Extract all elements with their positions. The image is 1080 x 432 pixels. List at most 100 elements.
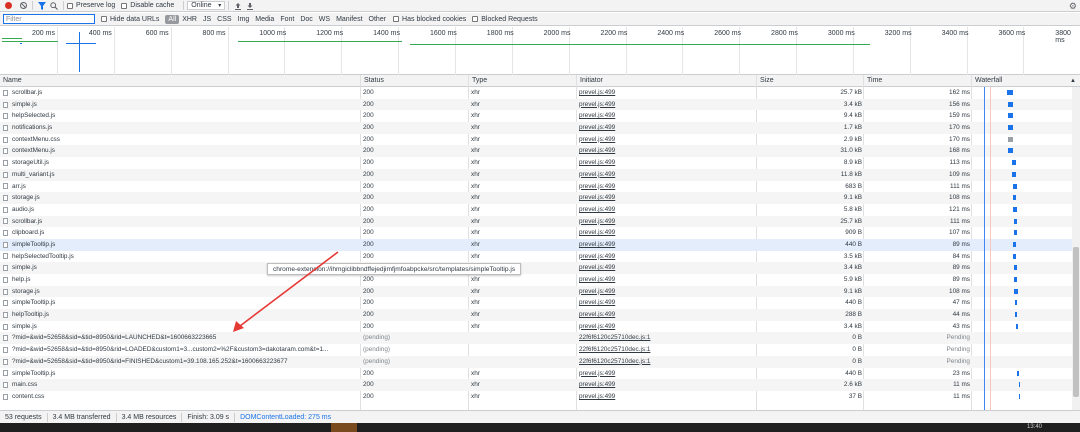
table-row[interactable]: contextMenu.css 200 xhr prevel.js:499 2.9 kB…: [0, 134, 1080, 146]
initiator-link[interactable]: prevel.js:499: [579, 192, 755, 204]
type-filter-other[interactable]: Other: [366, 15, 390, 24]
request-name-cell[interactable]: help.js: [3, 274, 359, 286]
request-name-cell[interactable]: content.css: [3, 391, 359, 403]
search-button[interactable]: [48, 0, 60, 12]
column-header-name[interactable]: Name: [0, 75, 360, 87]
initiator-link[interactable]: prevel.js:499: [579, 122, 755, 134]
preserve-log-checkbox[interactable]: Preserve log: [67, 2, 115, 9]
initiator-link[interactable]: prevel.js:499: [579, 227, 755, 239]
type-filter-css[interactable]: CSS: [214, 15, 234, 24]
type-filter-doc[interactable]: Doc: [297, 15, 315, 24]
request-name-cell[interactable]: audio.js: [3, 204, 359, 216]
filter-toggle-button[interactable]: [36, 0, 48, 12]
request-name-cell[interactable]: simpleTooltip.js: [3, 297, 359, 309]
scrollbar-thumb[interactable]: [1073, 247, 1079, 397]
initiator-link[interactable]: prevel.js:499: [579, 181, 755, 193]
initiator-link[interactable]: prevel.js:499: [579, 134, 755, 146]
initiator-link[interactable]: prevel.js:499: [579, 368, 755, 380]
table-row[interactable]: storageUtil.js 200 xhr prevel.js:499 8.9 kB 1…: [0, 157, 1080, 169]
request-name-cell[interactable]: ?mid=&wid=52658&sid=&tid=8950&rid=LAUNCH…: [3, 332, 359, 344]
column-header-size[interactable]: Size: [756, 75, 863, 87]
request-name-cell[interactable]: multi_variant.js: [3, 169, 359, 181]
column-header-initiator[interactable]: Initiator: [576, 75, 756, 87]
hide-data-urls-checkbox[interactable]: Hide data URLs: [101, 16, 159, 23]
request-name-cell[interactable]: scrollbar.js: [3, 216, 359, 228]
initiator-link[interactable]: prevel.js:499: [579, 239, 755, 251]
request-name-cell[interactable]: contextMenu.js: [3, 145, 359, 157]
table-row[interactable]: contextMenu.js 200 xhr prevel.js:499 31.0 kB…: [0, 145, 1080, 158]
type-filter-all[interactable]: All: [165, 14, 180, 24]
checkbox-box[interactable]: [67, 2, 73, 9]
initiator-link[interactable]: prevel.js:499: [579, 216, 755, 228]
request-name-cell[interactable]: clipboard.js: [3, 227, 359, 239]
initiator-link[interactable]: prevel.js:499: [579, 110, 755, 122]
table-row[interactable]: simpleTooltip.js 200 xhr prevel.js:499 440 B…: [0, 238, 1080, 251]
request-name-cell[interactable]: storage.js: [3, 286, 359, 298]
throttling-select[interactable]: Online ▾: [187, 1, 226, 10]
initiator-link[interactable]: prevel.js:499: [579, 99, 755, 111]
table-row[interactable]: help.js 200 xhr prevel.js:499 5.9 kB 89 ms: [0, 274, 1080, 286]
column-header-waterfall[interactable]: Waterfall ▲: [971, 75, 1080, 87]
initiator-link[interactable]: prevel.js:499: [579, 145, 755, 157]
table-row[interactable]: ?mid=&wid=52658&sid=&tid=8950&rid=LOADED…: [0, 344, 1080, 356]
initiator-link[interactable]: 22f6f6120c25710dec.js:1: [579, 356, 755, 368]
table-row[interactable]: arr.js 200 xhr prevel.js:499 683 B 111 ms: [0, 181, 1080, 193]
table-row[interactable]: simple.js 200 xhr prevel.js:499 3.4 kB 156 ms: [0, 98, 1080, 111]
table-row[interactable]: scrollbar.js 200 xhr prevel.js:499 25.7 kB 16…: [0, 87, 1080, 99]
type-filter-manifest[interactable]: Manifest: [333, 15, 365, 24]
vertical-scrollbar[interactable]: [1072, 87, 1080, 410]
table-row[interactable]: multi_variant.js 200 xhr prevel.js:499 11.8 …: [0, 168, 1080, 181]
timeline-overview[interactable]: 200 ms 400 ms 600 ms 800 ms 1000 ms 1200 ms 14…: [0, 27, 1080, 75]
type-filter-js[interactable]: JS: [200, 15, 214, 24]
table-row[interactable]: helpSelected.js 200 xhr prevel.js:499 9.4 kB…: [0, 110, 1080, 122]
table-row[interactable]: simple.js200xhrprevel.js:4993.4 kB89 ms: [0, 262, 1080, 274]
table-row[interactable]: content.css 200 xhr prevel.js:499 37 B 11 ms: [0, 391, 1080, 403]
table-row[interactable]: clipboard.js 200 xhr prevel.js:499 909 B 107 …: [0, 227, 1080, 239]
initiator-link[interactable]: prevel.js:499: [579, 251, 755, 263]
request-name-cell[interactable]: notifications.js: [3, 122, 359, 134]
request-name-cell[interactable]: simpleTooltip.js: [3, 239, 359, 251]
checkbox-box[interactable]: [393, 16, 400, 22]
table-row[interactable]: ?mid=&wid=52658&sid=&tid=8950&rid=FINISH…: [0, 355, 1080, 368]
request-name-cell[interactable]: simple.js: [3, 99, 359, 111]
request-name-cell[interactable]: helpTooltip.js: [3, 309, 359, 321]
initiator-link[interactable]: prevel.js:499: [579, 297, 755, 309]
request-name-cell[interactable]: scrollbar.js: [3, 87, 359, 99]
initiator-link[interactable]: prevel.js:499: [579, 379, 755, 391]
type-filter-img[interactable]: Img: [235, 15, 253, 24]
initiator-link[interactable]: prevel.js:499: [579, 309, 755, 321]
request-name-cell[interactable]: simpleTooltip.js: [3, 368, 359, 380]
request-name-cell[interactable]: main.css: [3, 379, 359, 391]
clear-button[interactable]: [14, 0, 29, 12]
table-row[interactable]: helpSelectedTooltip.js 200 xhr prevel.js:49…: [0, 251, 1080, 263]
import-har-button[interactable]: [232, 0, 244, 12]
request-name-cell[interactable]: ?mid=&wid=52658&sid=&tid=8950&rid=FINISH…: [3, 356, 359, 368]
column-header-status[interactable]: Status: [360, 75, 468, 87]
filter-input[interactable]: Filter: [3, 14, 95, 24]
request-name-cell[interactable]: storageUtil.js: [3, 157, 359, 169]
record-button[interactable]: [0, 0, 14, 12]
blocked-requests-checkbox[interactable]: Blocked Requests: [472, 16, 538, 23]
table-row[interactable]: simpleTooltip.js 200 xhr prevel.js:499 440 B…: [0, 368, 1080, 380]
initiator-link[interactable]: prevel.js:499: [579, 262, 755, 274]
type-filter-font[interactable]: Font: [277, 15, 297, 24]
type-filter-media[interactable]: Media: [252, 15, 277, 24]
request-name-cell[interactable]: helpSelectedTooltip.js: [3, 251, 359, 263]
type-filter-xhr[interactable]: XHR: [179, 15, 200, 24]
table-row[interactable]: notifications.js 200 xhr prevel.js:499 1.7 k…: [0, 122, 1080, 134]
initiator-link[interactable]: prevel.js:499: [579, 157, 755, 169]
initiator-link[interactable]: prevel.js:499: [579, 204, 755, 216]
type-filter-ws[interactable]: WS: [316, 15, 333, 24]
initiator-link[interactable]: prevel.js:499: [579, 391, 755, 403]
request-name-cell[interactable]: simple.js: [3, 321, 359, 333]
initiator-link[interactable]: prevel.js:499: [579, 274, 755, 286]
export-har-button[interactable]: [244, 0, 256, 12]
initiator-link[interactable]: prevel.js:499: [579, 87, 755, 99]
request-name-cell[interactable]: ?mid=&wid=52658&sid=&tid=8950&rid=LOADED…: [3, 344, 359, 356]
request-name-cell[interactable]: contextMenu.css: [3, 134, 359, 146]
initiator-link[interactable]: 22f6f6120c25710dec.js:1: [579, 344, 755, 356]
initiator-link[interactable]: prevel.js:499: [579, 286, 755, 298]
table-row[interactable]: helpTooltip.js 200 xhr prevel.js:499 288 B 44…: [0, 309, 1080, 321]
initiator-link[interactable]: prevel.js:499: [579, 169, 755, 181]
checkbox-box[interactable]: [101, 16, 107, 22]
